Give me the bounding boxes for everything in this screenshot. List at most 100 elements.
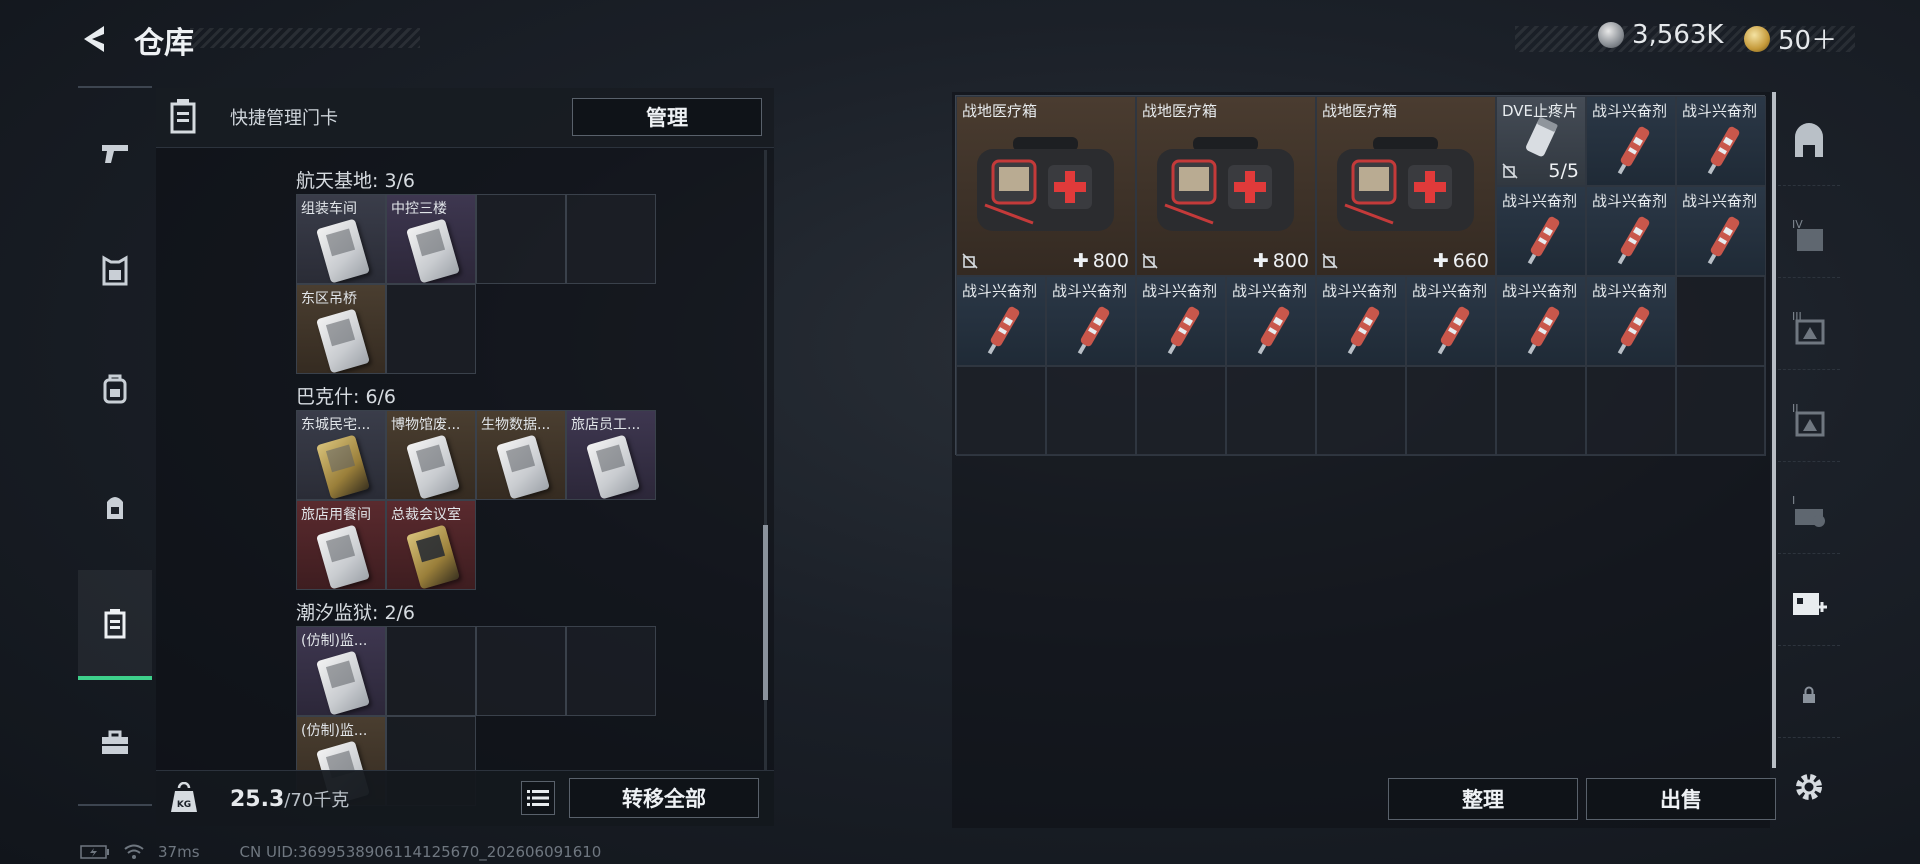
empty-keycard-slot[interactable]: [476, 626, 566, 716]
tab-safe-box[interactable]: [1778, 100, 1840, 186]
nav-keycard-holder[interactable]: [78, 570, 152, 680]
item-combat-stim[interactable]: 战斗兴奋剂: [1226, 276, 1316, 366]
durability-plus-icon: ✚: [1432, 250, 1449, 272]
keycard-icon: [586, 434, 640, 499]
item-combat-stim[interactable]: 战斗兴奋剂: [1586, 276, 1676, 366]
stim-injector-icon: [987, 306, 1020, 355]
item-combat-stim[interactable]: 战斗兴奋剂: [1496, 186, 1586, 276]
item-combat-stim[interactable]: 战斗兴奋剂: [1586, 96, 1676, 186]
page-title: 仓库: [134, 26, 194, 61]
keycard-slot[interactable]: 组装车间: [296, 194, 386, 284]
item-name: 战斗兴奋剂: [1142, 282, 1218, 300]
keycard-slot[interactable]: (仿制)监...: [296, 626, 386, 716]
item-painkiller[interactable]: DVE止疼片 5/5: [1496, 96, 1586, 186]
tab-storage-i[interactable]: I: [1778, 468, 1840, 554]
keycard-slot[interactable]: 博物馆废...: [386, 410, 476, 500]
item-combat-stim[interactable]: 战斗兴奋剂: [1136, 276, 1226, 366]
keycard-slot[interactable]: 旅店员工...: [566, 410, 656, 500]
empty-storage-cell[interactable]: [1496, 366, 1586, 456]
empty-storage-cell[interactable]: [1586, 366, 1676, 456]
keycard-slot[interactable]: 旅店用餐间: [296, 500, 386, 590]
empty-storage-cell[interactable]: [1676, 276, 1766, 366]
gear-icon: [1796, 774, 1822, 800]
keycard-name: (仿制)监...: [301, 633, 368, 649]
settings-button[interactable]: [1778, 744, 1840, 830]
item-combat-stim[interactable]: 战斗兴奋剂: [1586, 186, 1676, 276]
item-combat-stim[interactable]: 战斗兴奋剂: [1676, 96, 1766, 186]
keycard-name: 组装车间: [301, 201, 357, 217]
empty-keycard-slot[interactable]: [566, 626, 656, 716]
gold-amount: 50＋: [1778, 26, 1838, 56]
medkit-icon: [1337, 137, 1474, 231]
gold-currency[interactable]: 50＋: [1744, 20, 1837, 57]
sell-button[interactable]: 出售: [1586, 778, 1776, 820]
expand-storage-icon: [1793, 592, 1827, 615]
item-field-medkit[interactable]: 战地医疗箱 ✚ 800: [1136, 96, 1316, 276]
storage-iii-icon: III: [1792, 310, 1825, 344]
item-combat-stim[interactable]: 战斗兴奋剂: [1676, 186, 1766, 276]
list-view-button[interactable]: [521, 781, 555, 815]
empty-storage-cell[interactable]: [1136, 366, 1226, 456]
back-arrow-icon[interactable]: [78, 22, 112, 56]
stim-injector-icon: [1617, 306, 1650, 355]
item-combat-stim[interactable]: 战斗兴奋剂: [956, 276, 1046, 366]
item-combat-stim[interactable]: 战斗兴奋剂: [1496, 276, 1586, 366]
keycard-slot[interactable]: 总裁会议室: [386, 500, 476, 590]
nav-backpack[interactable]: [78, 334, 152, 444]
keycard-name: 博物馆废...: [391, 417, 461, 433]
keycard-slot[interactable]: 中控三楼: [386, 194, 476, 284]
tab-storage-iv[interactable]: IV: [1778, 192, 1840, 278]
toolbox-icon: [102, 730, 128, 754]
keycard-slot[interactable]: 生物数据...: [476, 410, 566, 500]
empty-storage-cell[interactable]: [1406, 366, 1496, 456]
transfer-all-button[interactable]: 转移全部: [569, 778, 759, 818]
nav-armor[interactable]: [78, 216, 152, 326]
tab-storage-iii[interactable]: III: [1778, 284, 1840, 370]
empty-storage-cell[interactable]: [1316, 366, 1406, 456]
nav-weapons[interactable]: [78, 98, 152, 208]
stim-injector-icon: [1617, 126, 1650, 175]
item-field-medkit[interactable]: 战地医疗箱 ✚ 800: [956, 96, 1136, 276]
keycard-scroll-thumb[interactable]: [763, 525, 768, 700]
nav-gear-bag[interactable]: [78, 452, 152, 562]
tab-expand-storage[interactable]: [1778, 560, 1840, 646]
item-combat-stim[interactable]: 战斗兴奋剂: [1046, 276, 1136, 366]
item-name: 战斗兴奋剂: [1502, 282, 1578, 300]
organize-button[interactable]: 整理: [1388, 778, 1578, 820]
keycard-group-label: 巴克什: 6/6: [296, 386, 397, 408]
svg-text:I: I: [1792, 494, 1795, 507]
item-combat-stim[interactable]: 战斗兴奋剂: [1406, 276, 1496, 366]
keycard-name: 旅店员工...: [571, 417, 641, 433]
not-sellable-icon: [1322, 253, 1338, 269]
stim-injector-icon: [1707, 126, 1740, 175]
empty-storage-cell[interactable]: [1046, 366, 1136, 456]
stim-injector-icon: [1437, 306, 1470, 355]
empty-storage-cell[interactable]: [1226, 366, 1316, 456]
empty-keycard-slot[interactable]: [476, 194, 566, 284]
stim-injector-icon: [1167, 306, 1200, 355]
empty-keycard-slot[interactable]: [386, 626, 476, 716]
tab-storage-ii[interactable]: II: [1778, 376, 1840, 462]
storage-scrollbar[interactable]: [1772, 92, 1776, 768]
tab-locked[interactable]: [1778, 652, 1840, 738]
item-name: 战斗兴奋剂: [1682, 192, 1758, 210]
item-field-medkit[interactable]: 战地医疗箱 ✚ 660: [1316, 96, 1496, 276]
keycard-icon: [406, 434, 460, 499]
item-count-value: 800: [1092, 250, 1129, 272]
empty-storage-cell[interactable]: [956, 366, 1046, 456]
empty-keycard-slot[interactable]: [566, 194, 656, 284]
storage-iv-icon: IV: [1792, 218, 1823, 251]
keycard-slot[interactable]: 东城民宅...: [296, 410, 386, 500]
item-count-value: 800: [1272, 250, 1309, 272]
manage-button[interactable]: 管理: [572, 98, 762, 136]
keycard-icon: [496, 434, 550, 499]
empty-storage-cell[interactable]: [1676, 366, 1766, 456]
keycard-slot[interactable]: 东区吊桥: [296, 284, 386, 374]
empty-keycard-slot[interactable]: [386, 284, 476, 374]
item-name: 战斗兴奋剂: [1322, 282, 1398, 300]
keycard-icon: [316, 218, 370, 283]
silver-currency[interactable]: 3,563K: [1598, 20, 1723, 50]
nav-toolbox[interactable]: [78, 688, 152, 798]
item-combat-stim[interactable]: 战斗兴奋剂: [1316, 276, 1406, 366]
gold-coin-icon: [1744, 25, 1770, 52]
